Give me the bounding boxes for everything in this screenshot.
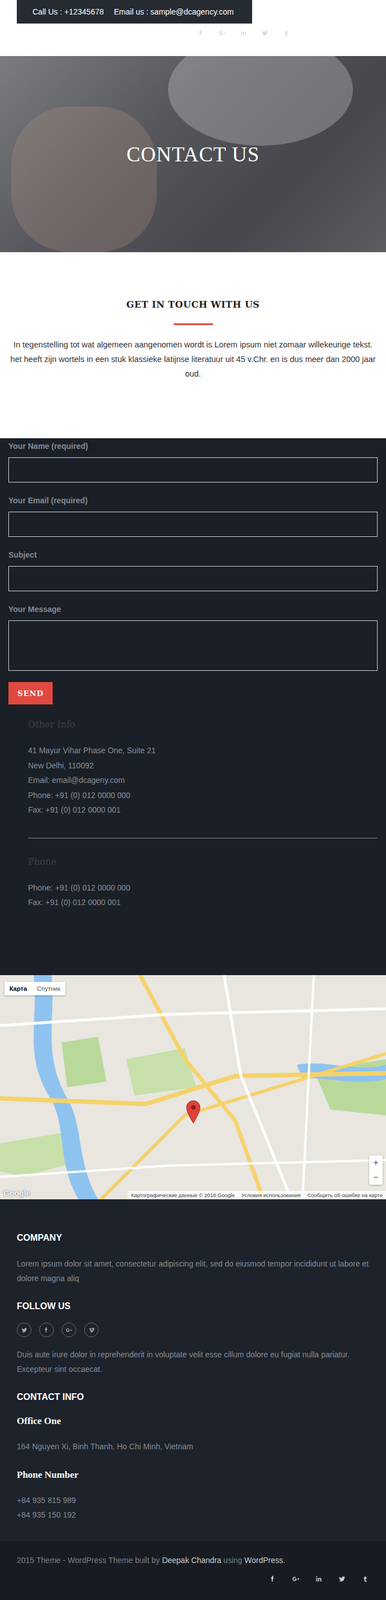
info-heading: Other Info [28,718,378,730]
map-type-switch: КартаСпутник [4,981,66,995]
divider [28,837,378,839]
hero-banner: CONTACT US [0,56,386,253]
send-button[interactable]: SEND [8,681,53,705]
author-link[interactable]: Deepak Chandra [161,1555,222,1565]
facebook-icon[interactable] [268,1574,278,1583]
zoom-button[interactable]: − [369,1169,383,1185]
intro-text: In tegenstelling tot wat algemeen aangen… [8,337,379,381]
copyright: 2015 Theme - WordPress Theme built by De… [16,1555,370,1565]
linkedin-icon[interactable] [239,29,248,37]
office-address: 164 Nguyen Xi, Binh Thanh, Ho Chi Minh, … [16,1438,370,1454]
map-type-tab[interactable]: Карта [4,981,32,995]
tumblr-icon[interactable] [282,29,291,37]
map-type-tab[interactable]: Спутник [31,981,65,995]
footer-text: Duis aute irure dolor in reprehenderit i… [16,1346,370,1376]
field-label: Your Email (required) [8,492,378,512]
top-bar: Call Us : +12345678 Email us : sample@dca… [16,0,253,24]
follow-icons [16,1322,370,1337]
text-input[interactable] [8,565,378,592]
map-attribution: Картографические данные © 2016 Google Усл… [127,1190,386,1199]
footer-heading: COMPANY [16,1232,370,1243]
google-logo: Google [3,1188,31,1198]
footer: COMPANY Lorem ipsum dolor sit amet, conse… [0,1198,386,1541]
phone-number: +84 935 815 989 [16,1492,370,1508]
info-line: Fax: +91 (0) 012 0000 001 [28,802,378,818]
twitter-icon[interactable] [337,1574,347,1583]
office-heading: Office One [16,1415,370,1427]
section-heading: GET IN TOUCH WITH US [126,299,260,310]
attribution-link[interactable]: Сообщить об ошибке на карте [307,1191,383,1198]
footer-heading: CONTACT INFO [16,1391,370,1402]
gplus-icon[interactable] [65,1326,73,1334]
attribution-link: Картографические данные © 2016 Google [131,1191,235,1198]
map[interactable]: КартаСпутник +− Google Картографические дан… [0,974,386,1199]
divider [173,323,213,325]
form-field: Your Email (required) [8,492,378,547]
footer-text: Lorem ipsum dolor sit amet, consectetur … [16,1256,370,1286]
gplus-icon[interactable] [291,1574,301,1583]
field-label: Your Name (required) [8,438,378,458]
field-label: Subject [8,546,378,566]
call-info: Call Us : +12345678 [32,7,104,17]
twitter-icon[interactable] [261,29,269,37]
message-input[interactable] [8,620,378,671]
copyright-text: 2015 Theme - WordPress Theme built by [16,1555,162,1565]
page-title: CONTACT US [126,142,260,167]
social-circle[interactable] [39,1322,54,1337]
facebook-icon[interactable] [43,1326,51,1334]
gplus-icon[interactable] [218,29,227,37]
field-label: Your Message [8,601,378,621]
info-line: Fax: +91 (0) 012 0000 001 [28,894,378,910]
form-field: Your Name (required) [8,438,378,493]
zoom-control: +− [369,1155,383,1185]
linkedin-icon[interactable] [314,1574,324,1583]
wordpress-link[interactable]: WordPress. [244,1555,286,1565]
form-field: Subject [8,546,378,602]
zoom-button[interactable]: + [369,1155,383,1170]
attribution-link[interactable]: Условия использования [241,1191,301,1198]
intro-section: GET IN TOUCH WITH US In tegenstelling tot… [0,252,386,439]
form-field: Your Message [8,601,378,682]
info-line: 41 Mayur Vihar Phase One, Suite 21 [28,742,378,758]
twitter-icon[interactable] [20,1326,29,1334]
header: Call Us : +12345678 Email us : sample@dca… [0,0,386,57]
info-line: New Delhi, 110092 [28,757,378,774]
email-info: Email us : sample@dcagency.com [113,7,234,17]
top-social [197,29,291,37]
footer-heading: FOLLOW US [16,1300,370,1311]
facebook-icon[interactable] [197,29,206,37]
social-circle[interactable] [61,1322,77,1337]
vimeo-icon[interactable] [87,1326,96,1334]
text-input[interactable] [8,511,378,537]
text-input[interactable] [8,457,378,483]
social-circle[interactable] [16,1322,32,1337]
phone-number: +84 935 150 192 [16,1507,370,1522]
map-tiles [0,974,386,1199]
bottom-social [268,1574,370,1583]
copyright-bar: 2015 Theme - WordPress Theme built by De… [0,1540,386,1600]
info-line: Phone: +91 (0) 012 0000 000 [28,787,378,803]
info-block: Other Info 41 Mayur Vihar Phase One, Suit… [8,704,378,910]
info-line: Phone: +91 (0) 012 0000 000 [28,880,378,896]
copyright-text: using [221,1555,245,1565]
phone-heading: Phone Number [16,1468,370,1481]
info-heading: Phone [28,856,378,867]
tumblr-icon[interactable] [360,1574,370,1583]
info-line: Email: email@dcageny.com [28,772,378,788]
social-circle[interactable] [84,1322,99,1337]
contact-section: Your Name (required) Your Email (required… [0,438,386,975]
